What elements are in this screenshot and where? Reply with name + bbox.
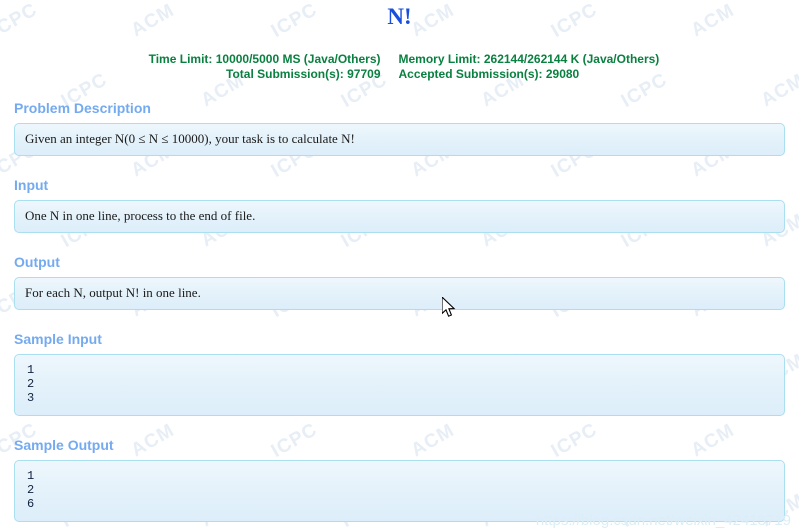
accepted-submissions-label: Accepted Submission(s): 29080 [398,67,580,81]
section-sample-input: Sample Input 1 2 3 [0,331,799,416]
section-heading-input: Input [14,177,49,193]
csdn-blog-watermark: https://blog.csdn.net/weixin_42413719 [535,512,791,529]
total-submissions-label: Total Submission(s): 97709 [226,67,381,81]
time-limit-label: Time Limit: 10000/5000 MS (Java/Others) [148,52,381,66]
limits-row-two: Total Submission(s): 97709 Accepted Submi… [0,67,799,82]
problem-limits: Time Limit: 10000/5000 MS (Java/Others) M… [0,52,799,82]
problem-content: Problem Description Given an integer N(0… [0,100,799,522]
panel-text-sample-input: 1 2 3 [27,363,35,405]
limits-row-one: Time Limit: 10000/5000 MS (Java/Others) M… [0,52,799,67]
page-title: N! [387,4,412,29]
section-heading-sample-input: Sample Input [14,331,102,347]
section-problem-description: Problem Description Given an integer N(0… [0,100,799,156]
panel-text-input: One N in one line, process to the end of… [25,208,256,223]
panel-text-output: For each N, output N! in one line. [25,285,201,300]
section-heading-problem-description: Problem Description [14,100,151,116]
section-heading-output: Output [14,254,60,270]
memory-limit-label: Memory Limit: 262144/262144 K (Java/Othe… [398,52,660,66]
section-output: Output For each N, output N! in one line… [0,254,799,310]
panel-text-problem-description: Given an integer N(0 ≤ N ≤ 10000), your … [25,131,355,146]
panel-problem-description: Given an integer N(0 ≤ N ≤ 10000), your … [14,123,785,156]
section-sample-output: Sample Output 1 2 6 [0,437,799,522]
problem-page: ACMICPCACMICPCACMICPCACMICPCACMICPCACMIC… [0,0,799,530]
panel-sample-input: 1 2 3 [14,354,785,416]
section-input: Input One N in one line, process to the … [0,177,799,233]
section-heading-sample-output: Sample Output [14,437,114,453]
panel-output: For each N, output N! in one line. [14,277,785,310]
panel-input: One N in one line, process to the end of… [14,200,785,233]
